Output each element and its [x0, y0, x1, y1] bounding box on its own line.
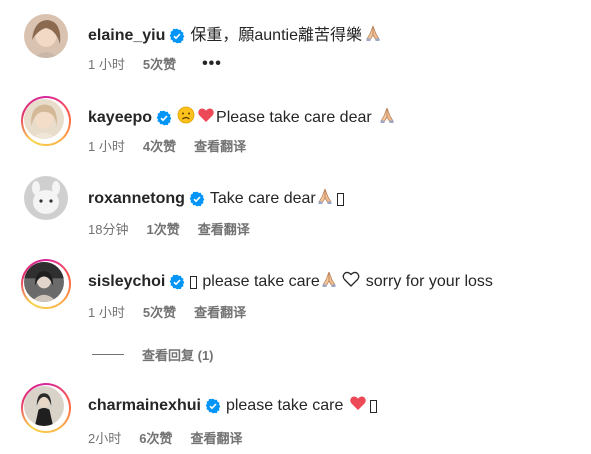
comment-text: Take care dear — [209, 190, 316, 207]
username[interactable]: charmainexhui — [88, 396, 201, 416]
comment-meta: 1 小时 5次赞 查看翻译 — [88, 302, 246, 321]
comment-body: elaine_yiu 保重，願auntie離苦得樂 — [88, 24, 382, 48]
view-replies-button[interactable]: 查看回复 (1) — [92, 345, 214, 364]
divider-line — [92, 354, 124, 355]
comment-body: kayeepo Please take care dear — [88, 106, 396, 130]
see-translation-button[interactable]: 查看翻译 — [194, 302, 246, 321]
avatar[interactable] — [24, 99, 64, 139]
timestamp[interactable]: 2小时 — [88, 428, 121, 447]
comment-text: please take care — [202, 273, 320, 290]
comment-body: roxannetong Take care dear — [88, 187, 344, 211]
comment-body: sisleychoi please take care sorry for yo… — [88, 270, 493, 294]
comment-meta: 2小时 6次赞 查看翻译 — [88, 428, 242, 447]
avatar[interactable] — [24, 262, 64, 302]
verified-badge-icon — [169, 28, 185, 44]
missing-glyph-icon — [370, 399, 378, 413]
username[interactable]: sisleychoi — [88, 272, 165, 292]
timestamp[interactable]: 1 小时 — [88, 54, 125, 73]
see-translation-button[interactable]: 查看翻译 — [194, 136, 246, 155]
username[interactable]: elaine_yiu — [88, 26, 165, 46]
likes-count[interactable]: 5次赞 — [143, 54, 176, 73]
red-heart-icon — [349, 394, 367, 418]
white-heart-icon — [342, 270, 360, 294]
verified-badge-icon — [169, 274, 185, 290]
comment-meta: 1 小时 5次赞 ••• — [88, 54, 222, 73]
more-options-icon[interactable]: ••• — [202, 55, 222, 73]
see-translation-button[interactable]: 查看翻译 — [198, 219, 250, 238]
likes-count[interactable]: 1次赞 — [146, 219, 179, 238]
timestamp[interactable]: 1 小时 — [88, 136, 125, 155]
likes-count[interactable]: 5次赞 — [143, 302, 176, 321]
missing-glyph-icon — [336, 192, 344, 206]
comment-text: 保重，願auntie離苦得樂 — [190, 27, 362, 44]
avatar[interactable] — [24, 14, 68, 58]
missing-glyph-icon — [190, 275, 198, 289]
praying-hands-icon — [316, 187, 334, 211]
username[interactable]: kayeepo — [88, 108, 152, 128]
comment-text: Please take care dear — [216, 109, 372, 126]
praying-hands-icon — [364, 24, 382, 48]
story-ring[interactable] — [21, 383, 71, 433]
verified-badge-icon — [156, 110, 172, 126]
praying-hands-icon — [320, 270, 338, 294]
likes-count[interactable]: 6次赞 — [139, 428, 172, 447]
praying-hands-icon — [378, 106, 396, 130]
timestamp[interactable]: 1 小时 — [88, 302, 125, 321]
comment-meta: 18分钟 1次赞 查看翻译 — [88, 219, 250, 238]
likes-count[interactable]: 4次赞 — [143, 136, 176, 155]
comment-text: please take care — [225, 397, 344, 414]
verified-badge-icon — [205, 398, 221, 414]
verified-badge-icon — [189, 191, 205, 207]
story-ring[interactable] — [21, 96, 71, 146]
view-replies-label: 查看回复 (1) — [142, 348, 214, 363]
see-translation-button[interactable]: 查看翻译 — [190, 428, 242, 447]
comment-body: charmainexhui please take care — [88, 394, 378, 418]
username[interactable]: roxannetong — [88, 189, 185, 209]
story-ring[interactable] — [21, 259, 71, 309]
comment-text: sorry for your loss — [365, 273, 493, 290]
timestamp[interactable]: 18分钟 — [88, 219, 128, 238]
sad-face-icon — [177, 106, 195, 130]
avatar[interactable] — [24, 386, 64, 426]
comment-meta: 1 小时 4次赞 查看翻译 — [88, 136, 246, 155]
avatar[interactable] — [24, 176, 68, 220]
red-heart-icon — [197, 106, 215, 130]
